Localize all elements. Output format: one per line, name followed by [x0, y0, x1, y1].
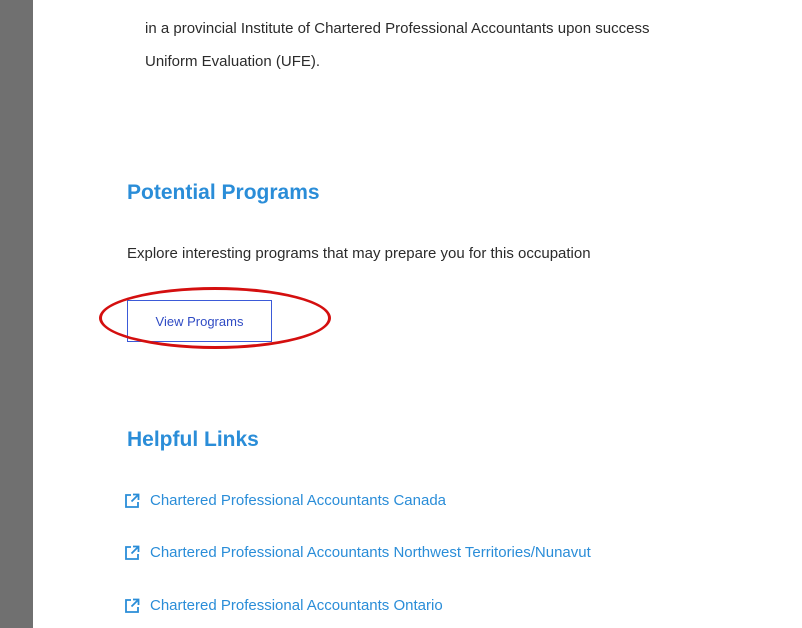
helpful-link-item[interactable]: Chartered Professional Accountants Canad…	[124, 492, 446, 509]
intro-text-line: Uniform Evaluation (UFE).	[145, 53, 321, 70]
helpful-link-cpa-nwt-nunavut[interactable]: Chartered Professional Accountants North…	[150, 544, 591, 561]
view-programs-button[interactable]: View Programs	[127, 300, 272, 342]
left-edge-bar	[0, 0, 33, 628]
external-link-icon	[124, 545, 140, 561]
helpful-link-item[interactable]: Chartered Professional Accountants Ontar…	[124, 597, 443, 614]
external-link-icon	[124, 598, 140, 614]
potential-programs-description: Explore interesting programs that may pr…	[127, 245, 591, 262]
intro-text-line: in a provincial Institute of Chartered P…	[145, 20, 650, 37]
helpful-link-cpa-canada[interactable]: Chartered Professional Accountants Canad…	[150, 492, 446, 509]
potential-programs-heading: Potential Programs	[127, 181, 320, 204]
helpful-link-cpa-ontario[interactable]: Chartered Professional Accountants Ontar…	[150, 597, 443, 614]
helpful-links-heading: Helpful Links	[127, 428, 259, 451]
helpful-link-item[interactable]: Chartered Professional Accountants North…	[124, 544, 591, 561]
external-link-icon	[124, 493, 140, 509]
main-content: in a provincial Institute of Chartered P…	[125, 0, 802, 628]
